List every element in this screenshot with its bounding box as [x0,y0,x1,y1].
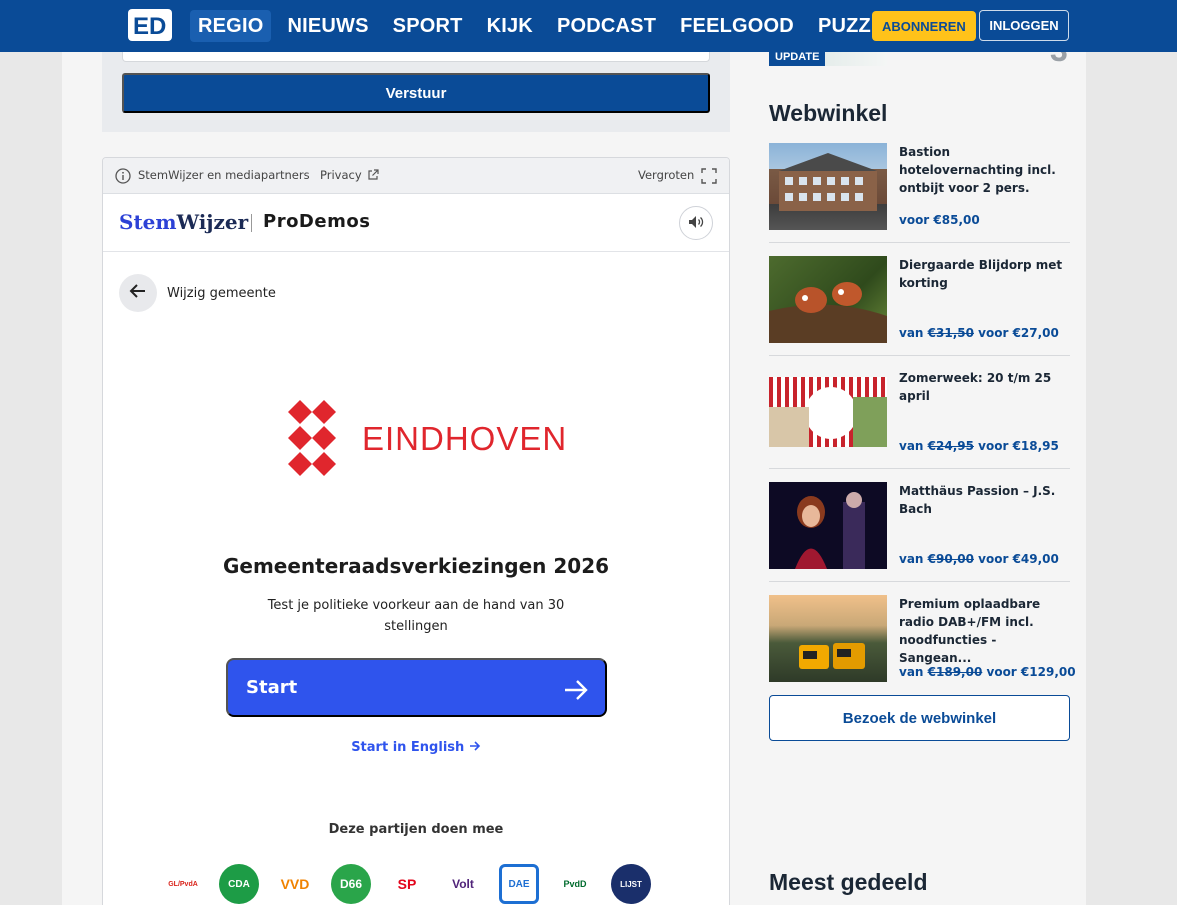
party-logo-vvd: VVD [275,864,315,904]
eindhoven-logo: EINDHOVEN [286,398,566,478]
nav-item-feelgood[interactable]: FEELGOOD [672,10,802,42]
party-logo-volt: Volt [443,864,483,904]
nav-item-podcast[interactable]: PODCAST [549,10,664,42]
party-logo-pvdd: PvdD [555,864,595,904]
shop-item[interactable]: Zomerweek: 20 t/m 25 april van €24,95 vo… [769,369,1070,469]
shop-item-name: Premium oplaadbare radio DAB+/FM incl. n… [899,597,1041,665]
start-button-label: Start [246,677,298,698]
stemwijzer-embed: StemWijzer en mediapartners Privacy Verg… [102,157,730,905]
party-logo-d66: D66 [331,864,371,904]
stemwijzer-logo: StemWijzer [119,210,249,234]
shop-item[interactable]: Premium oplaadbare radio DAB+/FM incl. n… [769,595,1076,695]
shop-item-image [769,143,887,230]
submit-button[interactable]: Verstuur [122,73,710,113]
svg-text:ED: ED [133,13,166,40]
logo-separator [251,214,252,232]
party-logo-sp: SP [387,864,427,904]
most-shared-heading: Meest gedeeld [769,869,928,895]
shop-item-price: voor €85,00 [899,213,980,227]
shop-item-price: van €90,00 voor €49,00 [899,552,1059,566]
election-subtitle: Test je politieke voorkeur aan de hand v… [267,598,565,634]
prodemos-logo: ProDemos [263,211,371,232]
change-municipality[interactable]: Wijzig gemeente [119,274,276,312]
arrow-right-small-icon [469,740,481,755]
speaker-icon [688,214,704,233]
subscribe-button[interactable]: ABONNEREN [872,11,976,41]
party-logo-gl-pvda: GL/PvdA [163,864,203,904]
back-button[interactable] [119,274,157,312]
shop-item-name: Diergaarde Blijdorp met korting [899,258,1063,290]
shop-item[interactable]: Bastion hotelovernachting incl. ontbijt … [769,143,1070,243]
nav-item-kijk[interactable]: KIJK [479,10,541,42]
top-navigation: ED REGIO NIEUWS SPORT KIJK PODCAST FEELG… [0,0,1177,52]
shop-item-image [769,482,887,569]
start-button[interactable]: Start [226,658,607,717]
party-logo-dae: DAE [499,864,539,904]
shop-item[interactable]: Matthäus Passion – J.S. Bach van €90,00 … [769,482,1070,582]
fullscreen-icon[interactable] [701,168,717,184]
info-icon[interactable] [115,168,131,184]
stemwijzer-header: StemWijzer ProDemos [103,194,729,252]
change-municipality-label: Wijzig gemeente [167,285,276,301]
sound-button[interactable] [679,206,713,240]
nav-item-sport[interactable]: SPORT [385,10,471,42]
nav-item-regio[interactable]: REGIO [190,10,272,42]
shop-item-name: Matthäus Passion – J.S. Bach [899,484,1056,516]
eindhoven-wordmark: EINDHOVEN [362,420,568,457]
party-logo-lijst: LIJST [611,864,651,904]
privacy-link[interactable]: Privacy [320,168,362,182]
shop-item-price: van €189,00 voor €129,00 [899,665,1076,679]
webwinkel-heading: Webwinkel [769,100,888,126]
arrow-right-icon [563,677,589,703]
shop-item-name: Bastion hotelovernachting incl. ontbijt … [899,145,1056,195]
ed-logo[interactable]: ED [128,9,172,41]
shop-item-price: van €24,95 voor €18,95 [899,439,1059,453]
enlarge-link[interactable]: Vergroten [638,168,694,182]
login-button[interactable]: INLOGGEN [979,10,1069,41]
nav-item-nieuws[interactable]: NIEUWS [279,10,376,42]
shop-item-image [769,595,887,682]
party-logos: GL/PvdA CDA VVD D66 SP Volt DAE PvdD LIJ… [163,864,651,904]
embed-source-label: StemWijzer en mediapartners [138,168,310,182]
election-title: Gemeenteraadsverkiezingen 2026 [222,554,610,578]
embed-toolbar: StemWijzer en mediapartners Privacy Verg… [103,158,729,194]
shop-item[interactable]: Diergaarde Blijdorp met korting van €31,… [769,256,1070,356]
main-menu: REGIO NIEUWS SPORT KIJK PODCAST FEELGOOD… [190,10,913,42]
shop-item-name: Zomerweek: 20 t/m 25 april [899,371,1052,403]
start-english-link[interactable]: Start in English [103,740,729,755]
party-logo-cda: CDA [219,864,259,904]
visit-webshop-button[interactable]: Bezoek de webwinkel [769,695,1070,741]
shop-item-image [769,377,887,447]
external-link-icon [367,169,379,181]
arrow-left-icon [129,282,147,304]
parties-heading: Deze partijen doen mee [328,822,504,837]
shop-item-price: van €31,50 voor €27,00 [899,326,1059,340]
shop-item-image [769,256,887,343]
